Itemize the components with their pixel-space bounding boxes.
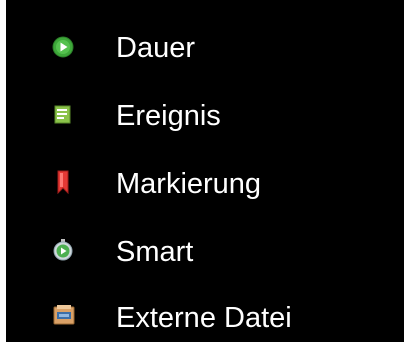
external-file-icon (52, 304, 75, 326)
menu-item-label: Dauer (116, 32, 195, 64)
menu-item-smart[interactable]: Smart (6, 222, 404, 282)
menu-item-label: Markierung (116, 168, 262, 200)
play-circle-icon (52, 36, 74, 58)
note-icon (52, 104, 74, 126)
bookmark-icon (52, 170, 74, 194)
playback-mode-menu: Dauer Ereignis Markierung Smart Externe … (6, 0, 404, 342)
menu-item-label: Externe Datei (116, 302, 292, 334)
smart-play-icon (52, 238, 74, 261)
menu-item-label: Smart (116, 236, 194, 268)
menu-item-dauer[interactable]: Dauer (6, 18, 404, 78)
menu-item-externe-datei[interactable]: Externe Datei (6, 290, 404, 350)
menu-item-label: Ereignis (116, 100, 221, 132)
menu-item-ereignis[interactable]: Ereignis (6, 86, 404, 146)
menu-item-markierung[interactable]: Markierung (6, 154, 404, 214)
